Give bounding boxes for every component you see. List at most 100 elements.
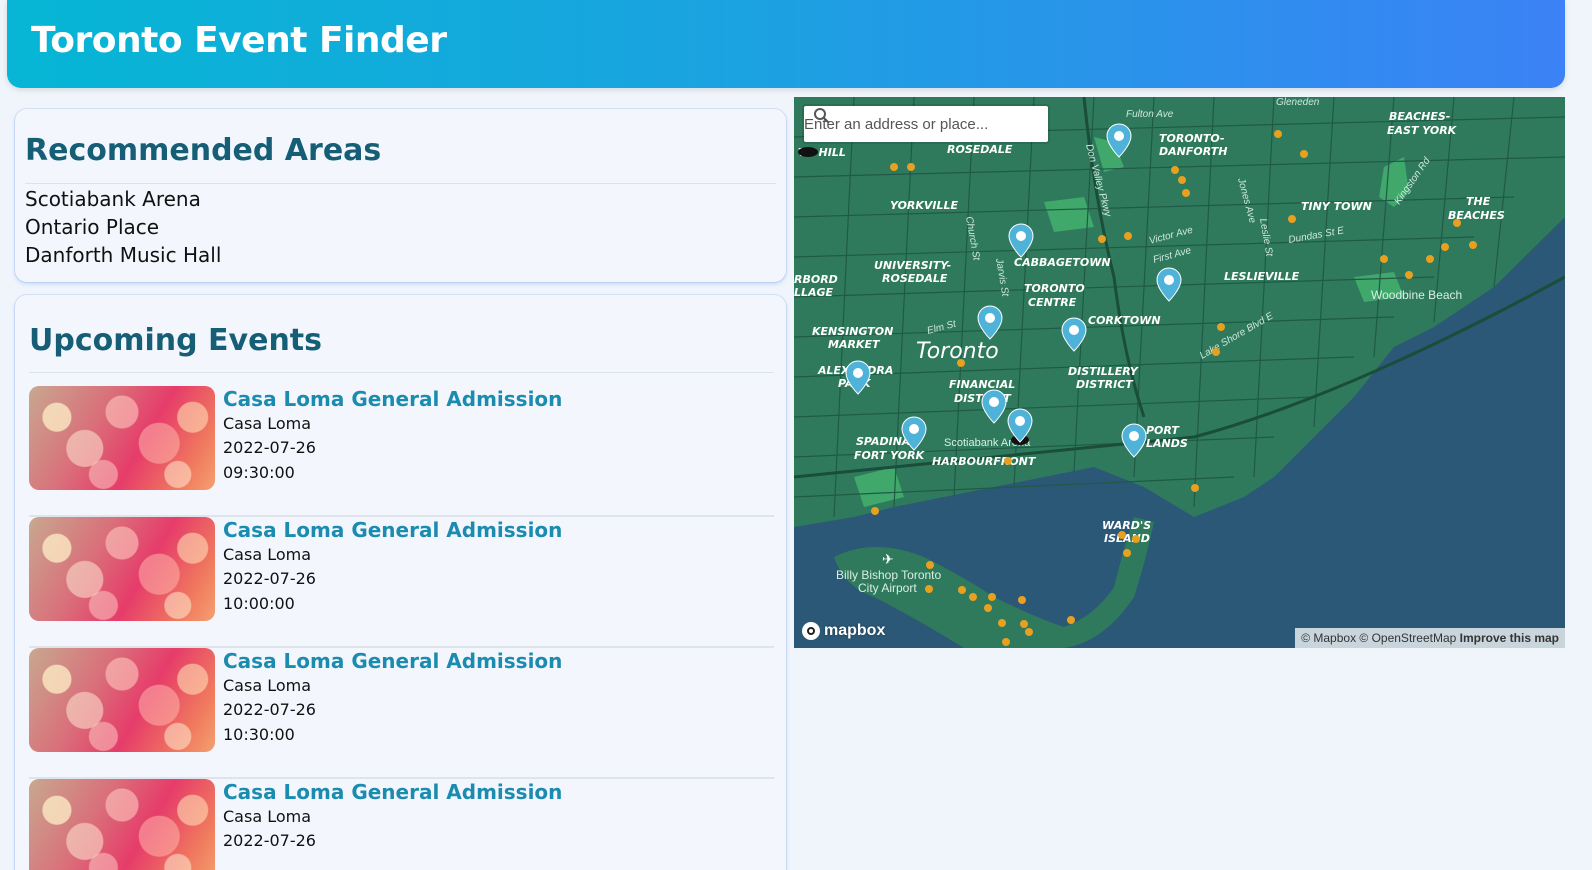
neighbourhood-label: ROSEDALE bbox=[882, 272, 948, 285]
recommended-areas-list: Scotiabank Arena Ontario Place Danforth … bbox=[25, 185, 221, 269]
neighbourhood-label: FINANCIAL bbox=[949, 378, 1015, 391]
poi-dot[interactable] bbox=[1123, 549, 1131, 557]
event-time: 09:30:00 bbox=[223, 463, 295, 482]
event-time: 10:00:00 bbox=[223, 594, 295, 613]
divider bbox=[25, 183, 776, 184]
poi-dot[interactable] bbox=[890, 163, 898, 171]
poi-dot[interactable] bbox=[1405, 271, 1413, 279]
poi-dot[interactable] bbox=[1171, 166, 1179, 174]
neighbourhood-label: KENSINGTON bbox=[812, 325, 893, 338]
divider bbox=[29, 372, 774, 373]
event-title[interactable]: Casa Loma General Admission bbox=[223, 517, 562, 543]
poi-dot[interactable] bbox=[1178, 176, 1186, 184]
event-title[interactable]: Casa Loma General Admission bbox=[223, 779, 562, 805]
neighbourhood-label: SPADINA bbox=[856, 435, 910, 448]
event-map[interactable]: ROSEDALE TORONTO- DANFORTH BEACHES- EAST… bbox=[794, 97, 1565, 648]
poi-dot[interactable] bbox=[1380, 255, 1388, 263]
poi-dot[interactable] bbox=[988, 593, 996, 601]
event-date: 2022-07-26 bbox=[223, 438, 316, 457]
search-icon bbox=[814, 108, 830, 124]
poi-dot[interactable] bbox=[1124, 232, 1132, 240]
app-header: Toronto Event Finder bbox=[7, 0, 1565, 88]
neighbourhood-label: RBORD bbox=[794, 273, 838, 286]
map-search-box[interactable] bbox=[804, 106, 1048, 142]
neighbourhood-label: CENTRE bbox=[1028, 296, 1077, 309]
app-title: Toronto Event Finder bbox=[31, 20, 447, 61]
improve-map-link[interactable]: Improve this map bbox=[1460, 631, 1559, 645]
event-title[interactable]: Casa Loma General Admission bbox=[223, 648, 562, 674]
poi-dot[interactable] bbox=[1132, 535, 1140, 543]
map-pin-shadow bbox=[798, 147, 818, 157]
poi-dot[interactable] bbox=[1453, 219, 1461, 227]
poi-dot[interactable] bbox=[1018, 596, 1026, 604]
neighbourhood-label: FORT YORK bbox=[854, 449, 926, 462]
poi-dot[interactable] bbox=[1274, 130, 1282, 138]
place-label: Woodbine Beach bbox=[1371, 288, 1462, 302]
event-venue: Casa Loma bbox=[223, 676, 312, 695]
area-item[interactable]: Ontario Place bbox=[25, 213, 221, 241]
event-item[interactable]: Casa Loma General Admission Casa Loma 20… bbox=[29, 779, 774, 870]
poi-dot[interactable] bbox=[925, 585, 933, 593]
poi-dot[interactable] bbox=[907, 163, 915, 171]
poi-dot[interactable] bbox=[957, 359, 965, 367]
mapbox-logo[interactable]: mapbox bbox=[802, 622, 885, 640]
event-date: 2022-07-26 bbox=[223, 569, 316, 588]
poi-dot[interactable] bbox=[1182, 189, 1190, 197]
neighbourhood-label: CORKTOWN bbox=[1088, 314, 1161, 327]
neighbourhood-label: MARKET bbox=[828, 338, 881, 351]
poi-dot[interactable] bbox=[1004, 457, 1012, 465]
poi-dot[interactable] bbox=[1288, 215, 1296, 223]
neighbourhood-label: DANFORTH bbox=[1159, 145, 1227, 158]
event-venue: Casa Loma bbox=[223, 807, 312, 826]
poi-dot[interactable] bbox=[1441, 243, 1449, 251]
neighbourhood-label: TINY TOWN bbox=[1301, 200, 1372, 213]
event-item[interactable]: Casa Loma General Admission Casa Loma 20… bbox=[29, 517, 774, 648]
event-item[interactable]: Casa Loma General Admission Casa Loma 20… bbox=[29, 386, 774, 517]
poi-dot[interactable] bbox=[1469, 241, 1477, 249]
poi-dot[interactable] bbox=[1300, 150, 1308, 158]
neighbourhood-label: TORONTO bbox=[1024, 282, 1085, 295]
event-time: 10:30:00 bbox=[223, 725, 295, 744]
city-label: Toronto bbox=[916, 339, 999, 364]
event-thumbnail[interactable] bbox=[29, 517, 215, 621]
event-thumbnail[interactable] bbox=[29, 779, 215, 870]
poi-dot[interactable] bbox=[984, 604, 992, 612]
poi-dot[interactable] bbox=[1191, 484, 1199, 492]
poi-dot[interactable] bbox=[926, 561, 934, 569]
poi-dot[interactable] bbox=[969, 593, 977, 601]
neighbourhood-label: LESLIEVILLE bbox=[1224, 270, 1300, 283]
poi-dot[interactable] bbox=[1098, 235, 1106, 243]
poi-dot[interactable] bbox=[958, 586, 966, 594]
event-thumbnail[interactable] bbox=[29, 648, 215, 752]
poi-dot[interactable] bbox=[871, 507, 879, 515]
attribution-text[interactable]: © Mapbox © OpenStreetMap bbox=[1301, 631, 1456, 645]
poi-dot[interactable] bbox=[1002, 638, 1010, 646]
event-item[interactable]: Casa Loma General Admission Casa Loma 20… bbox=[29, 648, 774, 779]
poi-dot[interactable] bbox=[1217, 323, 1225, 331]
poi-dot[interactable] bbox=[1212, 348, 1220, 356]
poi-dot[interactable] bbox=[1426, 255, 1434, 263]
area-item[interactable]: Danforth Music Hall bbox=[25, 241, 221, 269]
poi-dot[interactable] bbox=[1020, 620, 1028, 628]
upcoming-events-heading: Upcoming Events bbox=[29, 323, 322, 358]
mapbox-logo-icon bbox=[802, 622, 820, 640]
map-canvas[interactable]: ROSEDALE TORONTO- DANFORTH BEACHES- EAST… bbox=[794, 97, 1565, 648]
area-item[interactable]: Scotiabank Arena bbox=[25, 185, 221, 213]
neighbourhood-label: YORKVILLE bbox=[890, 199, 959, 212]
neighbourhood-label: ISLAND bbox=[1104, 532, 1150, 545]
event-title[interactable]: Casa Loma General Admission bbox=[223, 386, 562, 412]
neighbourhood-label: ROSEDALE bbox=[947, 143, 1013, 156]
neighbourhood-label: DISTILLERY bbox=[1068, 365, 1139, 378]
poi-dot[interactable] bbox=[998, 619, 1006, 627]
poi-dot[interactable] bbox=[1025, 628, 1033, 636]
neighbourhood-label: TORONTO- bbox=[1159, 132, 1225, 145]
event-venue: Casa Loma bbox=[223, 414, 312, 433]
map-search-input[interactable] bbox=[804, 115, 1004, 133]
neighbourhood-label: HARBOURFRONT bbox=[932, 455, 1037, 468]
poi-dot[interactable] bbox=[1067, 616, 1075, 624]
poi-dot[interactable] bbox=[1118, 531, 1126, 539]
street-label: Fulton Ave bbox=[1126, 109, 1174, 120]
neighbourhood-label: LLAGE bbox=[794, 286, 834, 299]
event-thumbnail[interactable] bbox=[29, 386, 215, 490]
event-date: 2022-07-26 bbox=[223, 831, 316, 850]
